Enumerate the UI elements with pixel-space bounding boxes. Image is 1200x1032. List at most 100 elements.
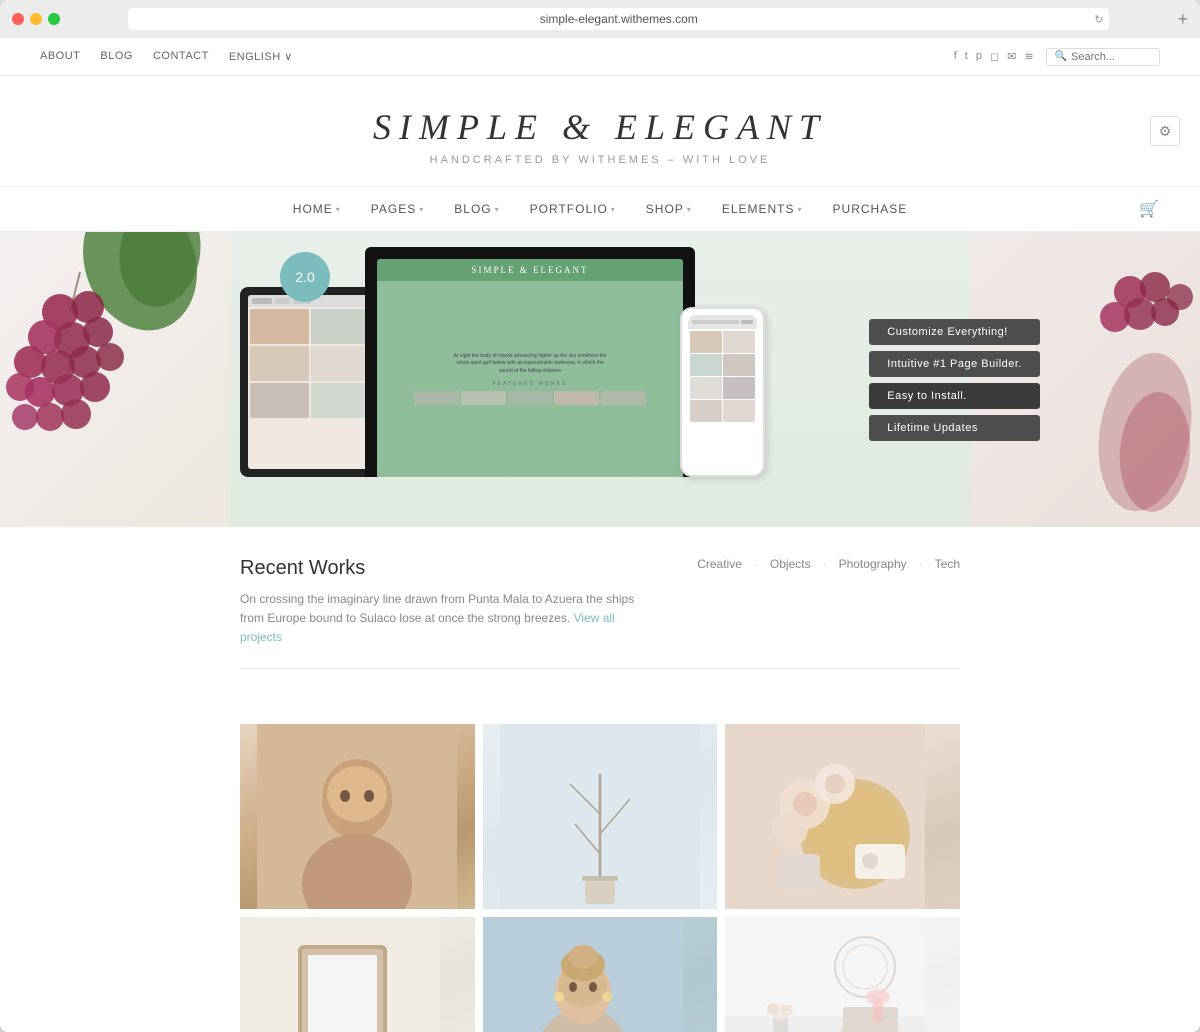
portfolio-image-fashion <box>483 917 718 1032</box>
recent-works-left: Recent Works On crossing the imaginary l… <box>240 557 640 648</box>
portrait-svg <box>257 724 457 909</box>
hero-left-bg <box>0 232 230 527</box>
nav-contact[interactable]: CONTACT <box>153 50 209 63</box>
email-icon[interactable]: ✉ <box>1007 50 1016 63</box>
top-nav-links: ABOUT BLOG CONTACT ENGLISH ∨ <box>40 50 293 63</box>
minimize-button[interactable] <box>30 13 42 25</box>
filter-tags: Creative · Objects · Photography · Tech <box>697 557 960 571</box>
portfolio-image-minimal <box>483 724 718 909</box>
search-bar[interactable]: 🔍 <box>1046 48 1160 66</box>
feature-btn-lifetime[interactable]: Lifetime Updates <box>869 415 1040 441</box>
portfolio-arrow: ▾ <box>611 205 616 214</box>
browser-window: simple-elegant.withemes.com ↻ + ABOUT BL… <box>0 0 1200 1032</box>
feature-buttons: Customize Everything! Intuitive #1 Page … <box>869 319 1040 441</box>
browser-content: ABOUT BLOG CONTACT ENGLISH ∨ f t p ◻ ✉ ≋… <box>0 38 1200 1032</box>
nav-pages[interactable]: PAGES ▾ <box>371 202 424 216</box>
nav-blog[interactable]: BLOG <box>100 50 133 63</box>
frame-svg <box>240 917 440 1032</box>
portfolio-image-portrait <box>240 724 475 909</box>
laptop-body-text: At night the body of clouds advancing hi… <box>450 353 610 376</box>
main-navigation: HOME ▾ PAGES ▾ BLOG ▾ PORTFOLIO ▾ SHOP ▾… <box>0 186 1200 232</box>
recent-works-title: Recent Works <box>240 557 640 580</box>
filter-dot-1: · <box>754 557 758 571</box>
recent-works-description: On crossing the imaginary line drawn fro… <box>240 590 640 648</box>
laptop-screen-title: SIMPLE & ELEGANT <box>472 265 589 275</box>
portfolio-item-4[interactable] <box>240 917 475 1032</box>
feature-btn-page-builder[interactable]: Intuitive #1 Page Builder. <box>869 351 1040 377</box>
nav-blog-main[interactable]: BLOG ▾ <box>454 202 499 216</box>
tablet-screen <box>248 295 372 469</box>
recent-works-header: Recent Works On crossing the imaginary l… <box>240 557 960 648</box>
portfolio-image-flowers <box>725 724 960 909</box>
pages-arrow: ▾ <box>419 205 424 214</box>
filter-dot-3: · <box>919 557 923 571</box>
address-bar[interactable]: simple-elegant.withemes.com ↻ <box>128 8 1109 30</box>
blog-arrow: ▾ <box>495 205 500 214</box>
portfolio-item-1[interactable] <box>240 724 475 909</box>
facebook-icon[interactable]: f <box>954 50 957 63</box>
home-arrow: ▾ <box>336 205 341 214</box>
settings-gear-button[interactable]: ⚙ <box>1150 116 1180 146</box>
site-subtitle: HANDCRAFTED BY WITHEMES – WITH LOVE <box>20 154 1180 166</box>
portfolio-grid <box>0 724 1200 1032</box>
flowers-svg <box>725 724 925 909</box>
cart-icon[interactable]: 🛒 <box>1139 199 1160 219</box>
search-input[interactable] <box>1071 51 1151 63</box>
top-navigation: ABOUT BLOG CONTACT ENGLISH ∨ f t p ◻ ✉ ≋… <box>0 38 1200 76</box>
twitter-icon[interactable]: t <box>965 50 968 63</box>
site-header: SIMPLE & ELEGANT HANDCRAFTED BY WITHEMES… <box>0 76 1200 186</box>
recent-works-section: Recent Works On crossing the imaginary l… <box>0 527 1200 724</box>
tablet-mockup <box>240 287 380 477</box>
phone-mockup <box>680 307 765 477</box>
shop-arrow: ▾ <box>687 205 692 214</box>
nav-home[interactable]: HOME ▾ <box>293 202 341 216</box>
works-divider <box>240 668 960 669</box>
elements-arrow: ▾ <box>798 205 803 214</box>
portfolio-item-5[interactable] <box>483 917 718 1032</box>
hero-banner: 2.0 <box>0 232 1200 527</box>
nav-purchase[interactable]: PURCHASE <box>833 202 908 216</box>
nav-elements[interactable]: ELEMENTS ▾ <box>722 202 803 216</box>
filter-objects[interactable]: Objects <box>770 557 811 571</box>
close-button[interactable] <box>12 13 24 25</box>
white-room-svg <box>725 917 925 1032</box>
phone-screen <box>688 315 757 469</box>
filter-dot-2: · <box>823 557 827 571</box>
filter-tech[interactable]: Tech <box>935 557 960 571</box>
minimal-svg <box>500 724 700 909</box>
portfolio-image-frame <box>240 917 475 1032</box>
title-part1: SIMPLE <box>373 107 545 147</box>
laptop-featured-label: FEATURED WORKS <box>493 381 568 387</box>
title-and: & <box>562 107 598 147</box>
version-badge: 2.0 <box>280 252 330 302</box>
grapes-svg <box>0 232 230 527</box>
laptop-mockup: SIMPLE & ELEGANT At night the body of cl… <box>365 247 695 477</box>
new-tab-button[interactable]: + <box>1177 9 1188 30</box>
rss-icon[interactable]: ≋ <box>1024 50 1033 63</box>
instagram-icon[interactable]: ◻ <box>990 50 999 63</box>
portfolio-item-3[interactable] <box>725 724 960 909</box>
portfolio-item-2[interactable] <box>483 724 718 909</box>
title-part2: ELEGANT <box>615 107 827 147</box>
laptop-screen: SIMPLE & ELEGANT At night the body of cl… <box>377 259 683 477</box>
feature-btn-easy-install[interactable]: Easy to Install. <box>869 383 1040 409</box>
url-text: simple-elegant.withemes.com <box>540 12 698 26</box>
social-icons: f t p ◻ ✉ ≋ <box>954 50 1034 63</box>
site-title: SIMPLE & ELEGANT <box>20 106 1180 148</box>
fashion-svg <box>483 917 683 1032</box>
pinterest-icon[interactable]: p <box>976 50 982 63</box>
nav-shop[interactable]: SHOP ▾ <box>646 202 692 216</box>
nav-english[interactable]: ENGLISH ∨ <box>229 50 293 63</box>
nav-portfolio[interactable]: PORTFOLIO ▾ <box>530 202 616 216</box>
browser-titlebar: simple-elegant.withemes.com ↻ + <box>0 0 1200 38</box>
nav-about[interactable]: ABOUT <box>40 50 80 63</box>
portfolio-image-white-room <box>725 917 960 1032</box>
refresh-icon[interactable]: ↻ <box>1094 13 1103 26</box>
filter-creative[interactable]: Creative <box>697 557 742 571</box>
top-nav-right: f t p ◻ ✉ ≋ 🔍 <box>954 48 1160 66</box>
portfolio-item-6[interactable] <box>725 917 960 1032</box>
traffic-lights <box>12 13 60 25</box>
maximize-button[interactable] <box>48 13 60 25</box>
filter-photography[interactable]: Photography <box>839 557 907 571</box>
feature-btn-customize[interactable]: Customize Everything! <box>869 319 1040 345</box>
